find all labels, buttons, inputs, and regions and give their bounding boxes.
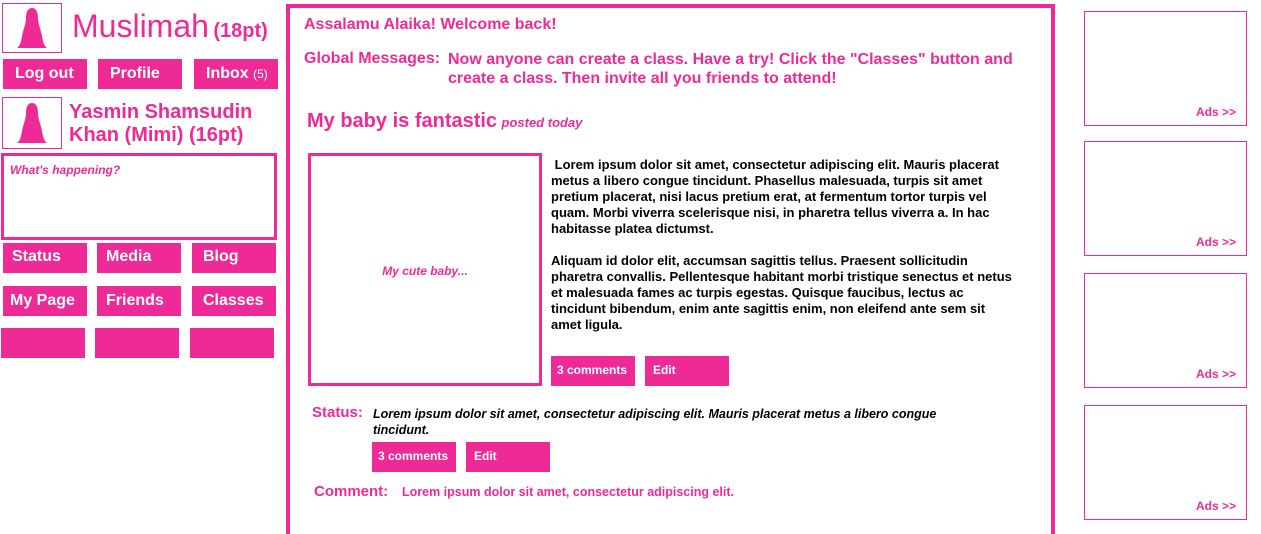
- menu-media-button[interactable]: Media: [97, 243, 181, 273]
- post-image[interactable]: My cute baby...: [308, 153, 542, 386]
- ad-slot[interactable]: Ads >>: [1084, 141, 1247, 256]
- profile-button[interactable]: Profile: [98, 59, 182, 89]
- global-messages-label: Global Messages:: [304, 50, 441, 67]
- inbox-button[interactable]: Inbox (5): [194, 59, 278, 89]
- status-input[interactable]: What's happening?: [1, 153, 277, 240]
- ad-link[interactable]: Ads >>: [1196, 499, 1236, 513]
- menu-mypage-button[interactable]: My Page: [3, 286, 87, 316]
- ad-slot[interactable]: Ads >>: [1084, 405, 1247, 520]
- welcome-message: Assalamu Alaika! Welcome back!: [304, 16, 557, 33]
- post-comments-button[interactable]: 3 comments: [551, 356, 635, 386]
- user-name: Muslimah (18pt): [72, 8, 268, 44]
- avatar-ghost-icon: [17, 103, 47, 143]
- comment-label: Comment:: [314, 483, 389, 500]
- comment-text: Lorem ipsum dolor sit amet, consectetur …: [402, 485, 735, 499]
- user-avatar[interactable]: [2, 3, 62, 53]
- ad-link[interactable]: Ads >>: [1196, 367, 1236, 381]
- post-timestamp: posted today: [501, 115, 583, 130]
- global-messages-text: Now anyone can create a class. Have a tr…: [448, 51, 1013, 87]
- ad-link[interactable]: Ads >>: [1196, 105, 1236, 119]
- post-body: Lorem ipsum dolor sit amet, consectetur …: [551, 157, 1012, 332]
- status-input-placeholder: What's happening?: [10, 163, 121, 177]
- status-comments-button[interactable]: 3 comments: [372, 442, 456, 472]
- menu-status-button[interactable]: Status: [3, 243, 87, 273]
- status-text: Lorem ipsum dolor sit amet, consectetur …: [373, 407, 937, 437]
- status-edit-button[interactable]: Edit: [466, 442, 550, 472]
- menu-empty-button[interactable]: [1, 328, 85, 358]
- friend-name: Yasmin Shamsudin Khan (Mimi) (16pt): [69, 101, 253, 146]
- ad-slot[interactable]: Ads >>: [1084, 11, 1247, 126]
- inbox-count-badge: (5): [253, 67, 268, 81]
- menu-friends-button[interactable]: Friends: [97, 286, 181, 316]
- post-title: My baby is fantastic posted today: [307, 110, 583, 132]
- menu-classes-button[interactable]: Classes: [192, 286, 276, 316]
- ad-slot[interactable]: Ads >>: [1084, 273, 1247, 388]
- friend-avatar[interactable]: [2, 97, 62, 149]
- menu-empty-button[interactable]: [190, 328, 274, 358]
- menu-blog-button[interactable]: Blog: [192, 243, 276, 273]
- avatar-ghost-icon: [17, 8, 47, 48]
- post-image-caption: My cute baby...: [382, 264, 468, 278]
- logout-button[interactable]: Log out: [3, 59, 87, 89]
- post-edit-button[interactable]: Edit: [645, 356, 729, 386]
- status-label: Status:: [312, 404, 363, 421]
- ad-link[interactable]: Ads >>: [1196, 235, 1236, 249]
- menu-empty-button[interactable]: [95, 328, 179, 358]
